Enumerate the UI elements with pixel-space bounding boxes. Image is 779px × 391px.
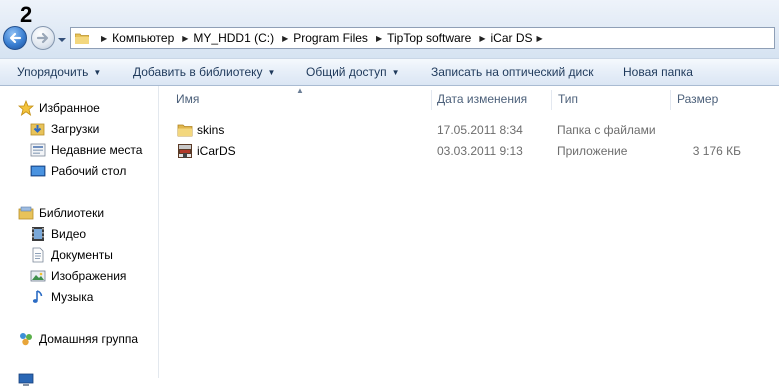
file-date: 17.05.2011 8:34 — [437, 123, 523, 137]
breadcrumb-item-drive[interactable]: ▶ MY_HDD1 (C:) — [176, 28, 276, 48]
burn-button[interactable]: Записать на оптический диск — [431, 65, 594, 79]
star-icon — [17, 99, 35, 116]
file-name: iCarDS — [197, 144, 236, 158]
dropdown-arrow-icon: ▼ — [391, 68, 400, 77]
nav-homegroup[interactable]: Домашняя группа — [18, 329, 138, 349]
command-bar: Упорядочить ▼ Добавить в библиотеку ▼ Общи… — [0, 58, 779, 86]
share-button[interactable]: Общий доступ ▼ — [306, 65, 400, 79]
nav-item-label: Документы — [51, 248, 113, 262]
libraries-icon — [18, 205, 34, 221]
chevron-right-icon[interactable]: ▶ — [101, 34, 107, 43]
table-row[interactable]: iCarDS 03.03.2011 9:13 Приложение 3 176 … — [159, 141, 779, 161]
nav-item-desktop[interactable]: Рабочий стол — [30, 161, 126, 181]
file-name: skins — [197, 123, 225, 137]
nav-item-label: Видео — [51, 227, 87, 241]
nav-computer[interactable] — [18, 370, 39, 390]
pictures-icon — [30, 268, 46, 284]
annotation-number: 2 — [20, 2, 33, 27]
column-divider[interactable] — [431, 90, 432, 110]
nav-item-recent-places[interactable]: Недавние места — [30, 140, 142, 160]
chevron-right-icon[interactable]: ▶ — [537, 34, 543, 43]
nav-item-pictures[interactable]: Изображения — [30, 266, 126, 286]
documents-icon — [30, 247, 46, 263]
nav-item-label: Музыка — [51, 290, 94, 304]
computer-icon — [18, 372, 34, 388]
nav-item-label: Недавние места — [51, 143, 143, 157]
column-header-date[interactable]: Дата изменения — [437, 92, 527, 106]
homegroup-icon — [18, 331, 34, 347]
file-type: Приложение — [557, 144, 628, 158]
organize-label: Упорядочить — [17, 65, 89, 79]
nav-libraries-label: Библиотеки — [39, 206, 105, 220]
add-to-library-button[interactable]: Добавить в библиотеку ▼ — [133, 65, 275, 79]
address-bar[interactable]: ▶ Компьютер ▶ MY_HDD1 (C:) ▶ Program Fil… — [70, 27, 775, 49]
column-header-name[interactable]: Имя — [176, 92, 199, 106]
nav-item-music[interactable]: Музыка — [30, 287, 93, 307]
nav-item-documents[interactable]: Документы — [30, 245, 113, 265]
chevron-right-icon[interactable]: ▶ — [182, 34, 188, 43]
recent-pages-dropdown[interactable] — [57, 34, 67, 44]
dropdown-arrow-icon: ▼ — [267, 68, 276, 77]
breadcrumb-item-computer[interactable]: ▶ Компьютер — [95, 28, 176, 48]
chevron-right-icon[interactable]: ▶ — [479, 34, 485, 43]
navigation-pane: Избранное Загрузки Недавние места Рабочи… — [0, 86, 159, 386]
burn-label: Записать на оптический диск — [431, 65, 594, 79]
chevron-right-icon[interactable]: ▶ — [282, 34, 288, 43]
dropdown-arrow-icon: ▼ — [93, 68, 102, 77]
application-icon — [177, 143, 193, 159]
column-divider[interactable] — [551, 90, 552, 110]
nav-item-label: Изображения — [51, 269, 127, 283]
back-button[interactable] — [3, 26, 27, 50]
new-folder-button[interactable]: Новая папка — [623, 65, 693, 79]
breadcrumb-item-program-files[interactable]: ▶ Program Files — [276, 28, 370, 48]
chevron-down-icon — [58, 38, 66, 42]
nav-item-label: Рабочий стол — [51, 164, 127, 178]
column-divider[interactable] — [670, 90, 671, 110]
nav-libraries[interactable]: Библиотеки — [18, 203, 104, 223]
organize-button[interactable]: Упорядочить ▼ — [17, 65, 101, 79]
column-header-size[interactable]: Размер — [677, 92, 718, 106]
new-folder-label: Новая папка — [623, 65, 693, 79]
nav-homegroup-label: Домашняя группа — [39, 332, 139, 346]
nav-item-downloads[interactable]: Загрузки — [30, 119, 99, 139]
column-header-type[interactable]: Тип — [558, 92, 578, 106]
forward-button[interactable] — [31, 26, 55, 50]
file-list: ▲ Имя Дата изменения Тип Размер skins 17… — [159, 86, 779, 378]
desktop-icon — [30, 163, 46, 179]
recent-places-icon — [30, 142, 46, 158]
file-date: 03.03.2011 9:13 — [437, 144, 523, 158]
file-size: 3 176 КБ — [692, 144, 741, 158]
back-arrow-icon — [9, 32, 22, 44]
folder-icon — [74, 32, 90, 45]
nav-favorites[interactable]: Избранное — [17, 98, 100, 118]
file-type: Папка с файлами — [557, 123, 656, 137]
video-icon — [30, 226, 46, 242]
nav-item-video[interactable]: Видео — [30, 224, 86, 244]
forward-arrow-icon — [36, 32, 49, 44]
chevron-right-icon[interactable]: ▶ — [376, 34, 382, 43]
breadcrumb-item-tiptop-software[interactable]: ▶ TipTop software — [370, 28, 473, 48]
add-to-library-label: Добавить в библиотеку — [133, 65, 263, 79]
share-label: Общий доступ — [306, 65, 387, 79]
downloads-icon — [30, 121, 46, 137]
table-row[interactable]: skins 17.05.2011 8:34 Папка с файлами — [159, 120, 779, 140]
nav-item-label: Загрузки — [51, 122, 100, 136]
breadcrumb-item-icar-ds[interactable]: ▶ iCar DS ▶ — [473, 28, 549, 48]
nav-favorites-label: Избранное — [39, 101, 100, 115]
folder-icon — [177, 122, 193, 138]
title-bar: 2 ▶ Компьютер ▶ MY_HDD1 (C:) ▶ Program F… — [0, 0, 779, 58]
music-icon — [30, 289, 46, 305]
sort-ascending-icon: ▲ — [296, 86, 304, 95]
